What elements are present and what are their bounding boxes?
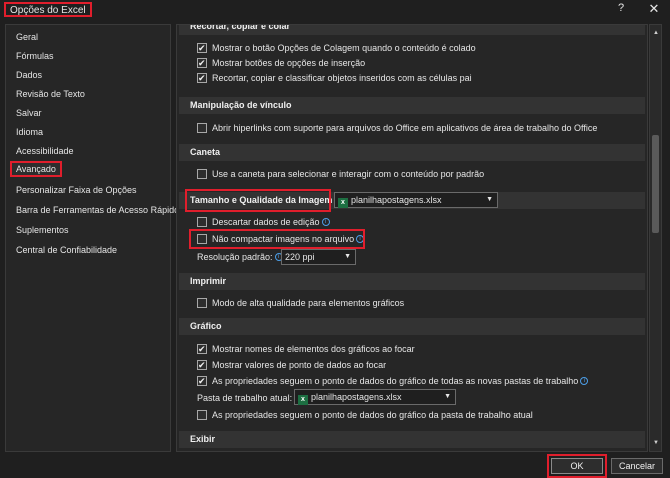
sidebar-item-avancado[interactable]: Avançado <box>10 161 62 177</box>
cancel-button[interactable]: Cancelar <box>611 458 663 474</box>
section-header-imprimir: Imprimir <box>179 273 645 290</box>
sidebar-item-geral[interactable]: Geral <box>16 29 38 45</box>
checkbox[interactable] <box>197 217 207 227</box>
checkbox[interactable] <box>197 410 207 420</box>
scroll-up-icon[interactable]: ▲ <box>651 27 661 39</box>
checkbox[interactable] <box>197 123 207 133</box>
checkbox[interactable] <box>197 359 207 371</box>
resolution-row: Resolução padrão: i <box>197 250 283 264</box>
sidebar-item-personalizar-faixa[interactable]: Personalizar Faixa de Opções <box>16 182 137 198</box>
options-content: Recortar, copiar e colar Mostrar o botão… <box>176 24 648 452</box>
checkbox[interactable] <box>197 72 207 84</box>
info-icon[interactable]: i <box>580 377 589 385</box>
highlight-box <box>185 189 331 212</box>
checkbox[interactable] <box>197 375 207 387</box>
sidebar-item-revisao[interactable]: Revisão de Texto <box>16 86 85 102</box>
sidebar-item-barra-ferramentas[interactable]: Barra de Ferramentas de Acesso Rápido <box>16 202 179 218</box>
highlight-box <box>189 229 365 249</box>
sidebar-nav: Geral Fórmulas Dados Revisão de Texto Sa… <box>5 24 179 452</box>
info-icon[interactable]: i <box>321 218 330 226</box>
workbook-select[interactable]: x planilhapostagens.xlsx ▼ <box>294 389 456 405</box>
excel-file-icon: x <box>338 198 348 208</box>
sidebar-item-central-confiabilidade[interactable]: Central de Confiabilidade <box>16 242 117 258</box>
sidebar-item-dados[interactable]: Dados <box>16 67 42 83</box>
section-header-vinculo: Manipulação de vínculo <box>179 97 645 114</box>
checkbox[interactable] <box>197 298 207 308</box>
scroll-thumb[interactable] <box>652 135 659 233</box>
content-scrollbar[interactable]: ▲ ▼ <box>649 24 662 452</box>
close-button[interactable]: ✕ <box>646 1 662 17</box>
checkbox[interactable] <box>197 343 207 355</box>
section-header-grafico: Gráfico <box>179 318 645 335</box>
checkbox[interactable] <box>197 42 207 54</box>
checkbox[interactable] <box>197 57 207 69</box>
sidebar-item-suplementos[interactable]: Suplementos <box>16 222 69 238</box>
section-header-recortar: Recortar, copiar e colar <box>179 25 645 35</box>
workbook-label: Pasta de trabalho atual: <box>197 393 293 403</box>
checkbox[interactable] <box>197 169 207 179</box>
sidebar-item-salvar[interactable]: Salvar <box>16 105 42 121</box>
chevron-down-icon: ▼ <box>344 253 351 260</box>
resolution-label: Resolução padrão: <box>197 252 273 262</box>
resolution-select[interactable]: 220 ppi ▼ <box>281 249 356 265</box>
sidebar-item-acessibilidade[interactable]: Acessibilidade <box>16 143 74 159</box>
section-header-caneta: Caneta <box>179 144 645 161</box>
help-button[interactable]: ? <box>614 2 628 14</box>
ok-button[interactable]: OK <box>551 458 603 474</box>
excel-file-icon: x <box>298 395 308 405</box>
dialog-footer: OK Cancelar <box>0 452 670 478</box>
chevron-down-icon: ▼ <box>486 196 493 203</box>
title-bar: Opções do Excel ? ✕ <box>0 0 670 20</box>
scroll-down-icon[interactable]: ▼ <box>651 437 661 449</box>
window-title: Opções do Excel <box>4 2 92 17</box>
section-header-exibir: Exibir <box>179 431 645 448</box>
sidebar-item-idioma[interactable]: Idioma <box>16 124 43 140</box>
sidebar-item-formulas[interactable]: Fórmulas <box>16 48 54 64</box>
chevron-down-icon: ▼ <box>444 393 451 400</box>
image-file-select[interactable]: x planilhapostagens.xlsx ▼ <box>334 192 498 208</box>
